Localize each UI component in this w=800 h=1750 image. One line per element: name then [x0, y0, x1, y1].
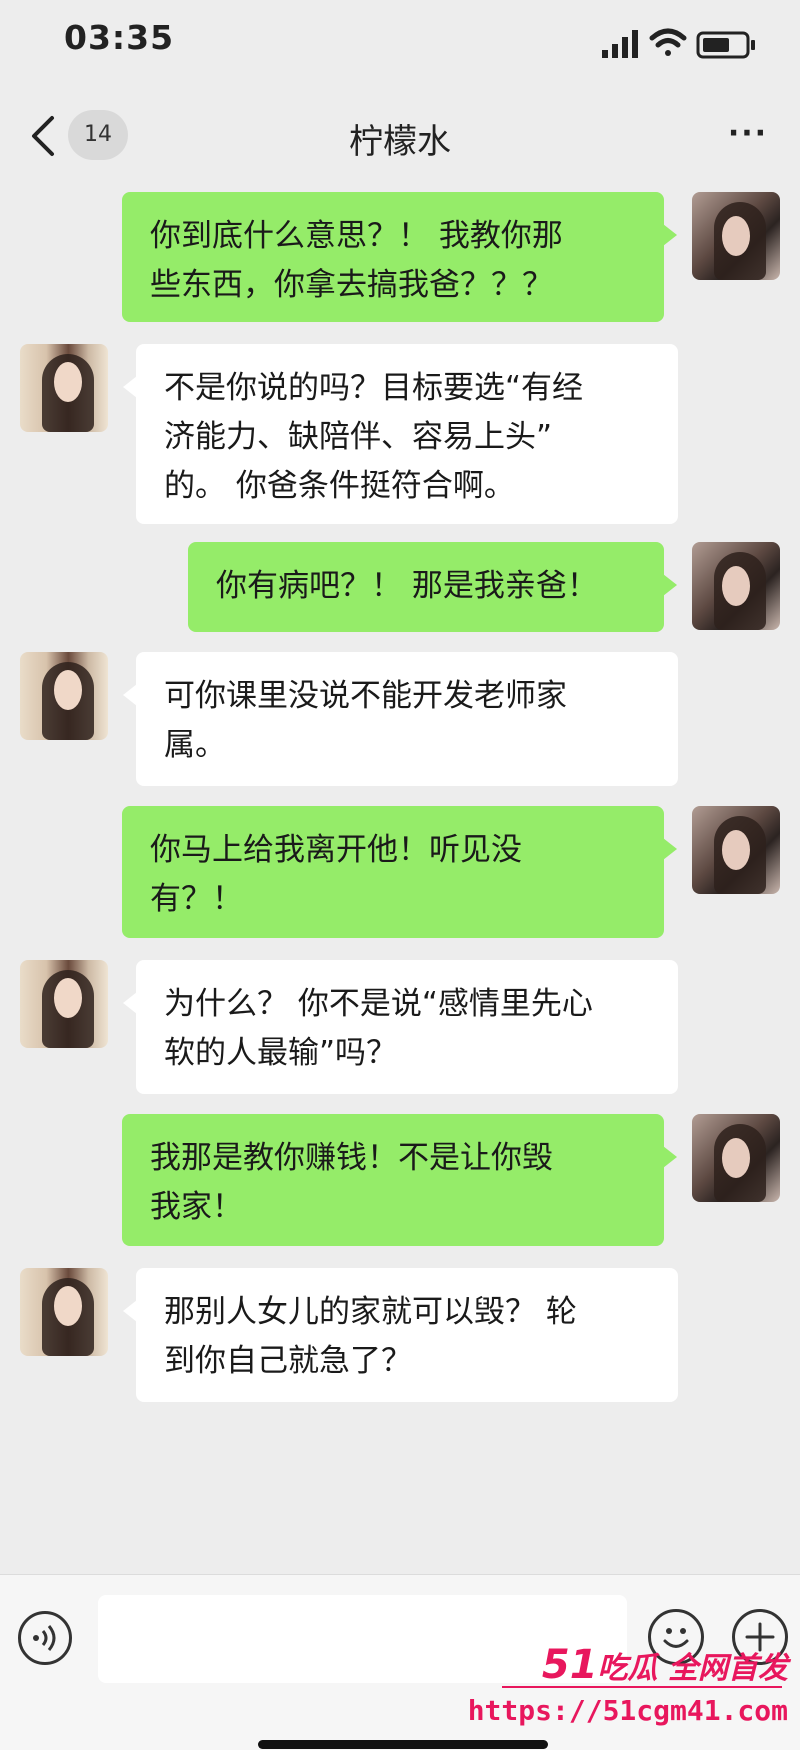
- status-time: 03:35: [64, 18, 175, 57]
- chat-area[interactable]: 你到底什么意思？！ 我教你那 些东西，你拿去搞我爸？？？ 不是你说的吗？目标要选…: [0, 184, 800, 1574]
- contact-avatar[interactable]: [20, 1268, 108, 1356]
- message-bubble[interactable]: 那别人女儿的家就可以毁？ 轮 到你自己就急了？: [123, 1268, 678, 1402]
- message-bubble[interactable]: 你到底什么意思？！ 我教你那 些东西，你拿去搞我爸？？？: [122, 192, 677, 322]
- self-avatar[interactable]: [692, 542, 780, 630]
- self-avatar[interactable]: [692, 806, 780, 894]
- watermark-brand: 51吃瓜 全网首发: [541, 1642, 788, 1688]
- self-avatar[interactable]: [692, 1114, 780, 1202]
- self-avatar[interactable]: [692, 192, 780, 280]
- message-bubble[interactable]: 我那是教你赚钱！不是让你毁 我家！: [122, 1114, 677, 1246]
- message-bubble[interactable]: 你有病吧？！ 那是我亲爸！: [188, 542, 677, 632]
- message-bubble[interactable]: 不是你说的吗？目标要选“有经 济能力、缺陪伴、容易上头” 的。 你爸条件挺符合啊…: [123, 344, 678, 524]
- message-bubble[interactable]: 为什么？ 你不是说“感情里先心 软的人最输”吗？: [123, 960, 678, 1094]
- more-icon[interactable]: ···: [718, 116, 778, 156]
- status-icons: [602, 28, 755, 59]
- status-bar: 03:35: [0, 0, 800, 90]
- voice-input-icon[interactable]: [18, 1611, 72, 1665]
- watermark: 51吃瓜 全网首发 https://51cgm41.com: [468, 1642, 792, 1742]
- message-bubble[interactable]: 你马上给我离开他！听见没 有？！: [122, 806, 677, 938]
- message-bubble[interactable]: 可你课里没说不能开发老师家 属。: [123, 652, 678, 786]
- signal-icon: [602, 30, 638, 58]
- watermark-underline: [502, 1686, 782, 1688]
- contact-avatar[interactable]: [20, 960, 108, 1048]
- nav-bar: 14 柠檬水 ···: [0, 90, 800, 184]
- watermark-url: https://51cgm41.com: [467, 1694, 788, 1727]
- home-indicator: [258, 1740, 548, 1749]
- chat-title: 柠檬水: [349, 122, 451, 162]
- battery-icon: [696, 31, 755, 59]
- contact-avatar[interactable]: [20, 344, 108, 432]
- contact-avatar[interactable]: [20, 652, 108, 740]
- wifi-icon: [649, 28, 687, 56]
